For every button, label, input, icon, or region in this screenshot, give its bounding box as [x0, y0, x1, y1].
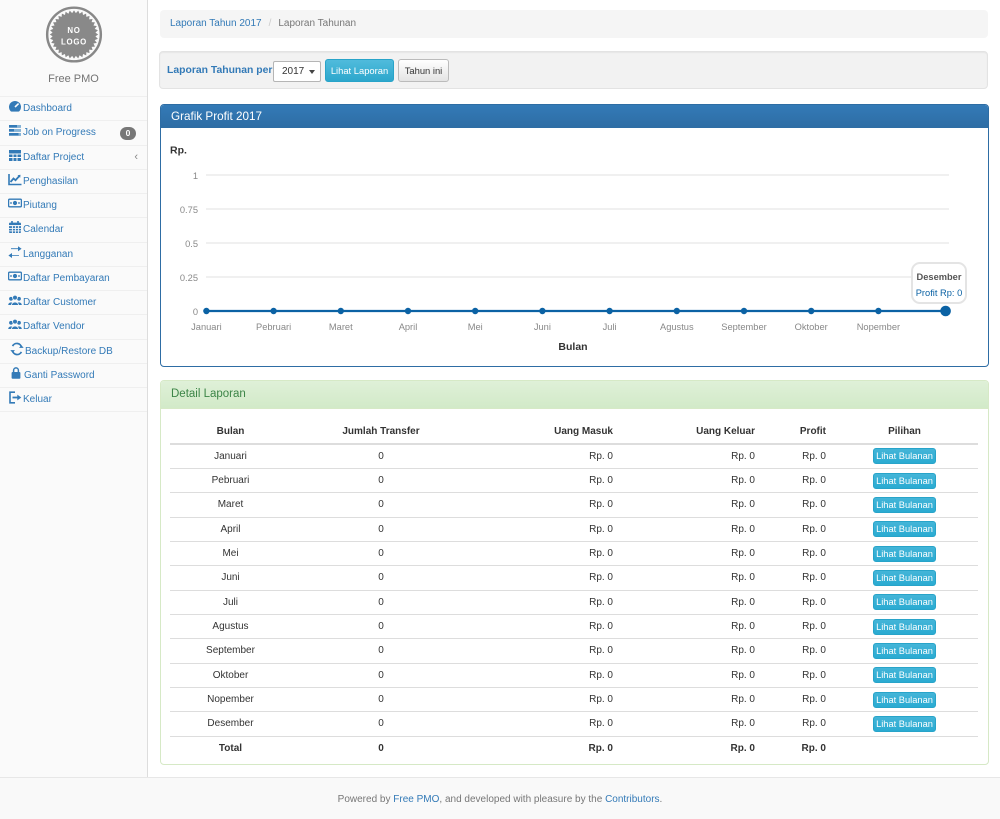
- svg-text:Bulan: Bulan: [558, 341, 587, 353]
- svg-text:Oktober: Oktober: [795, 322, 828, 332]
- svg-text:Agustus: Agustus: [660, 322, 694, 332]
- svg-text:April: April: [399, 322, 418, 332]
- svg-text:Januari: Januari: [191, 322, 222, 332]
- svg-text:Desember: Desember: [917, 272, 962, 282]
- svg-text:Maret: Maret: [329, 322, 353, 332]
- svg-text:September: September: [721, 322, 766, 332]
- svg-text:Pebruari: Pebruari: [256, 322, 291, 332]
- svg-text:0.5: 0.5: [185, 239, 198, 249]
- svg-text:Juli: Juli: [603, 322, 617, 332]
- svg-text:NO: NO: [67, 26, 80, 35]
- svg-text:Profit Rp: 0: Profit Rp: 0: [916, 288, 963, 298]
- svg-text:1: 1: [193, 171, 198, 181]
- svg-text:LOGO: LOGO: [61, 37, 87, 46]
- svg-text:Mei: Mei: [468, 322, 483, 332]
- svg-text:Nopember: Nopember: [857, 322, 900, 332]
- svg-text:Rp.: Rp.: [170, 145, 187, 157]
- svg-text:Juni: Juni: [534, 322, 551, 332]
- svg-text:0: 0: [193, 307, 198, 317]
- svg-text:0.25: 0.25: [180, 273, 198, 283]
- svg-text:0.75: 0.75: [180, 205, 198, 215]
